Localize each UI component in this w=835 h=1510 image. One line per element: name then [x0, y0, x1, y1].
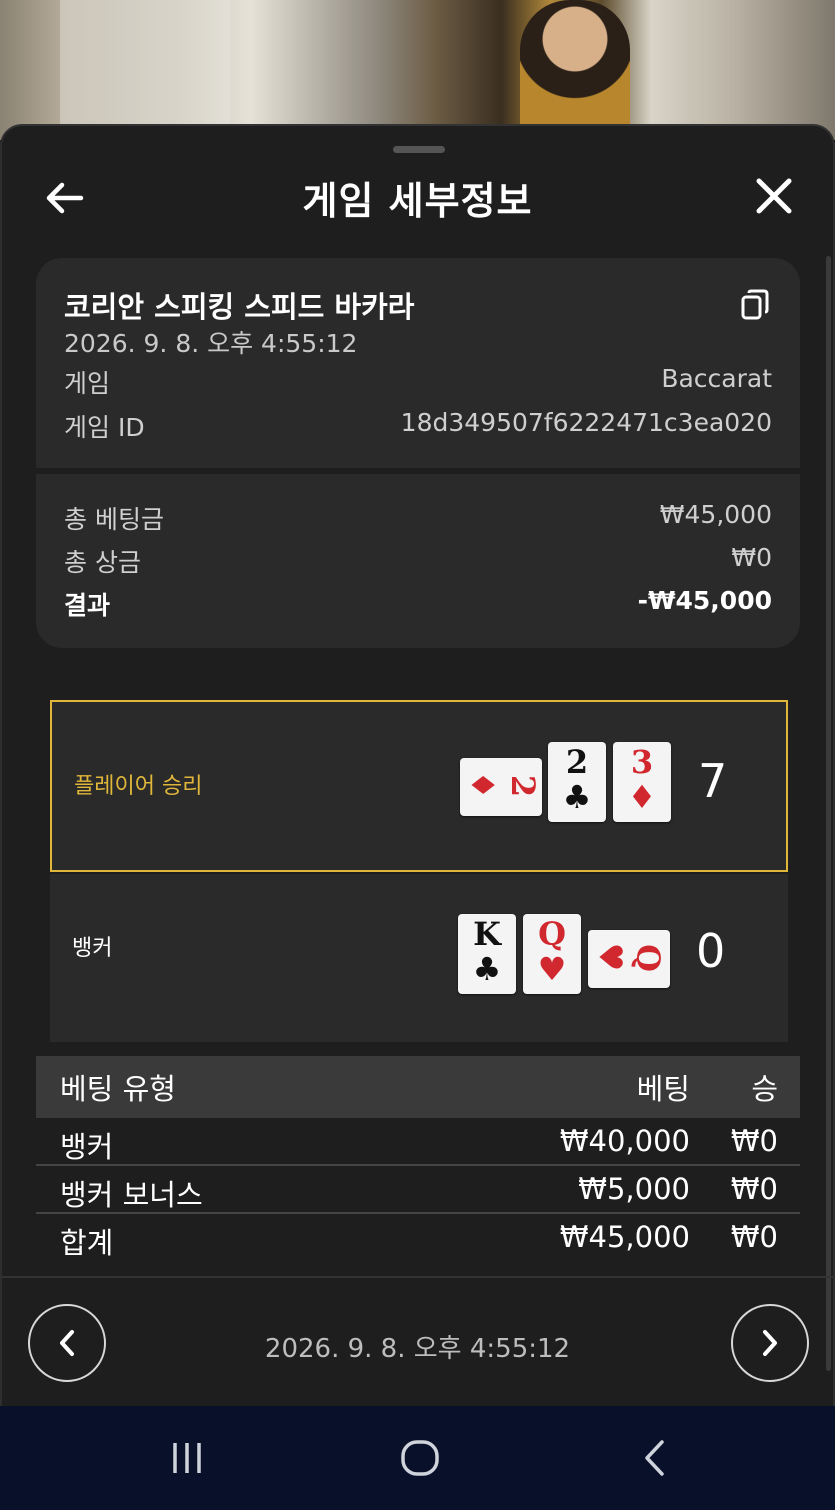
total-bet-value: ₩45,000 [659, 500, 772, 529]
copy-icon [741, 289, 769, 320]
player-result-box: 플레이어 승리 2 ♦ 2 ♣ 3 ♦ 7 [50, 700, 788, 872]
playing-card: 2 ♣ [548, 742, 606, 822]
sheet-header: 게임 세부정보 [2, 164, 833, 230]
result-label: 결과 [64, 591, 111, 620]
game-id-value: 18d349507f6222471c3ea020 [400, 408, 772, 437]
total-win-value: ₩0 [731, 543, 772, 572]
next-game-button[interactable] [731, 1304, 809, 1382]
dealer-video [520, 0, 630, 130]
total-win-row: 총 상금 ₩0 [64, 543, 772, 577]
banker-result-box: 뱅커 K ♣ Q ♥ Q ♥ 0 [50, 874, 788, 1042]
bet-table-header: 베팅 유형 베팅 승 [36, 1056, 800, 1118]
result-row: 결과 -₩45,000 [64, 586, 772, 620]
club-suit-icon: ♣ [562, 778, 592, 816]
game-details-sheet: 게임 세부정보 코리안 스피킹 스피드 바카라 2026. 9. 8. 오후 4… [0, 124, 835, 1406]
bet-type-cell: 뱅커 보너스 [60, 1178, 203, 1212]
sheet-drag-handle[interactable] [393, 146, 445, 153]
club-suit-icon: ♣ [472, 950, 502, 988]
playing-card: Q ♥ [523, 914, 581, 994]
footer-navigation: 2026. 9. 8. 오후 4:55:12 [2, 1276, 833, 1408]
system-navigation-bar [0, 1406, 835, 1510]
game-datetime: 2026. 9. 8. 오후 4:55:12 [64, 329, 358, 358]
player-win-label: 플레이어 승리 [74, 774, 203, 799]
close-icon [756, 178, 792, 214]
table-row: 뱅커 ₩40,000 ₩0 [36, 1118, 800, 1166]
copy-button[interactable] [740, 288, 770, 322]
footer-datetime: 2026. 9. 8. 오후 4:55:12 [264, 1334, 571, 1364]
system-back-icon [645, 1440, 664, 1476]
scrollbar[interactable] [826, 256, 831, 1371]
heart-suit-icon: ♥ [591, 942, 630, 972]
bet-amount-cell: ₩40,000 [559, 1124, 690, 1158]
diamond-suit-icon: ♦ [463, 770, 502, 800]
page-title: 게임 세부정보 [302, 179, 533, 223]
win-amount-cell: ₩0 [730, 1124, 778, 1158]
card-divider [36, 468, 800, 474]
win-amount-cell: ₩0 [730, 1220, 778, 1254]
playing-card: K ♣ [458, 914, 516, 994]
table-row: 뱅커 보너스 ₩5,000 ₩0 [36, 1166, 800, 1214]
win-amount-header: 승 [751, 1072, 778, 1106]
playing-card: 2 ♦ [460, 758, 542, 816]
total-bet-label: 총 베팅금 [64, 505, 164, 534]
game-type-value: Baccarat [661, 364, 772, 393]
game-info-card: 코리안 스피킹 스피드 바카라 2026. 9. 8. 오후 4:55:12 게… [36, 258, 800, 648]
live-video-background [0, 0, 835, 140]
recent-apps-button[interactable] [162, 1438, 212, 1478]
chevron-right-icon [763, 1330, 777, 1356]
heart-suit-icon: ♥ [537, 950, 567, 988]
close-button[interactable] [752, 174, 796, 218]
video-wall-panel [60, 0, 230, 125]
home-button[interactable] [395, 1438, 445, 1478]
diamond-suit-icon: ♦ [627, 778, 657, 816]
recent-apps-icon [173, 1443, 201, 1473]
banker-label: 뱅커 [72, 936, 113, 961]
bet-type-cell: 뱅커 [60, 1130, 114, 1164]
playing-card: Q ♥ [588, 930, 670, 988]
home-icon [401, 1440, 439, 1476]
total-bet-row: 총 베팅금 ₩45,000 [64, 500, 772, 534]
game-id-row: 게임 ID 18d349507f6222471c3ea020 [64, 408, 772, 442]
system-back-button[interactable] [630, 1438, 680, 1478]
game-id-label: 게임 ID [64, 413, 145, 442]
bet-amount-cell: ₩45,000 [559, 1220, 690, 1254]
game-type-label: 게임 [64, 369, 111, 398]
win-amount-cell: ₩0 [730, 1172, 778, 1206]
table-total-row: 합계 ₩45,000 ₩0 [36, 1214, 800, 1262]
banker-score: 0 [696, 924, 726, 978]
bet-type-header: 베팅 유형 [60, 1072, 176, 1106]
game-name: 코리안 스피킹 스피드 바카라 [64, 290, 415, 324]
total-win-label: 총 상금 [64, 548, 141, 577]
bet-amount-cell: ₩5,000 [578, 1172, 690, 1206]
bet-amount-header: 베팅 [636, 1072, 690, 1106]
bet-type-cell: 합계 [60, 1226, 114, 1260]
bet-table: 베팅 유형 베팅 승 뱅커 ₩40,000 ₩0 뱅커 보너스 ₩5,000 ₩… [36, 1056, 800, 1262]
playing-card: 3 ♦ [613, 742, 671, 822]
result-value: -₩45,000 [637, 586, 772, 615]
player-score: 7 [698, 754, 728, 808]
game-type-row: 게임 Baccarat [64, 364, 772, 398]
